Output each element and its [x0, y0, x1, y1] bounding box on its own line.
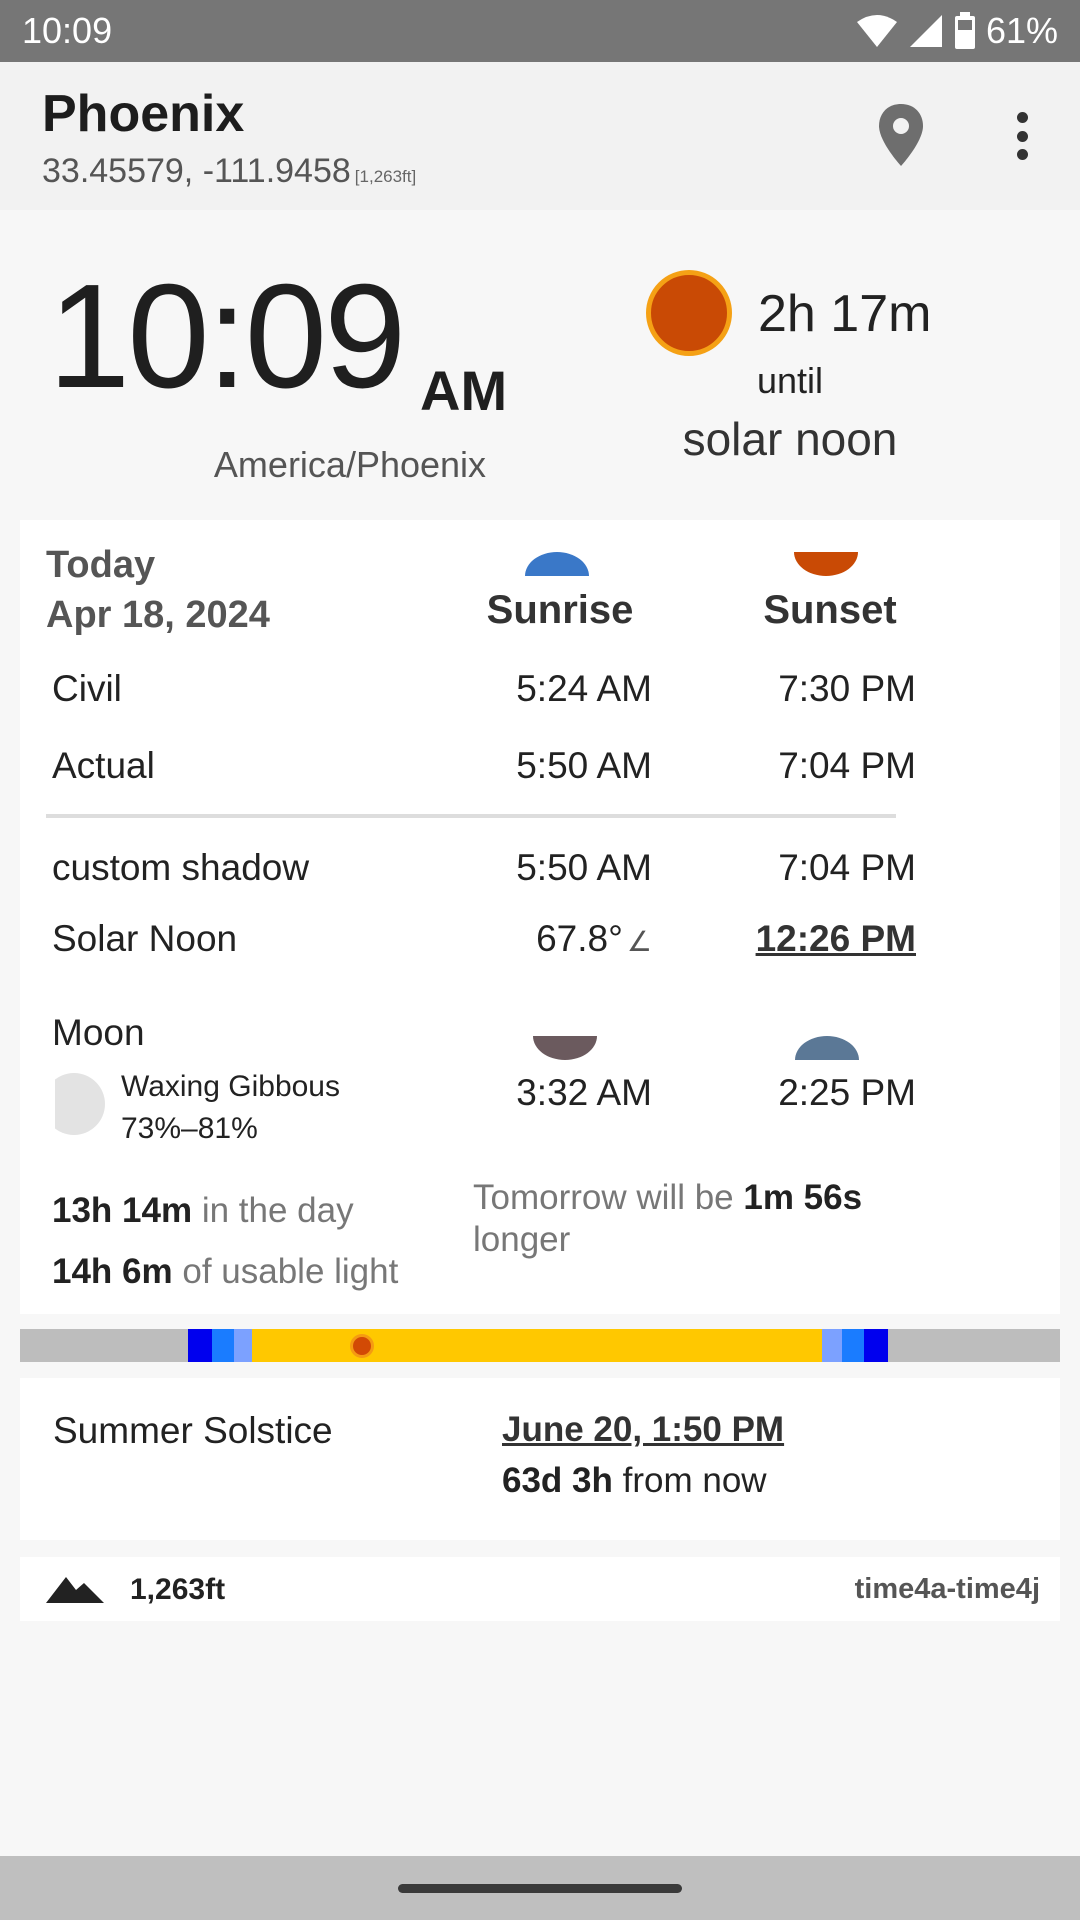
- sunrise-icon: [525, 552, 589, 576]
- civil-sunset: 7:30 PM: [778, 668, 916, 709]
- sunset-icon: [794, 552, 858, 576]
- moonrise-icon: [533, 1036, 597, 1060]
- countdown-until: until: [756, 360, 824, 401]
- sun-times-card: Today Apr 18, 2024 Sunrise Sunset Civil …: [20, 520, 1060, 1314]
- usable-light-suffix: of usable light: [182, 1252, 399, 1291]
- solstice-card: Summer Solstice June 20, 1:50 PM 63d 3h …: [20, 1378, 1060, 1540]
- day-length-suffix: in the day: [201, 1191, 354, 1230]
- timezone-label: America/Phoenix: [213, 444, 487, 485]
- footer-provider: time4a-time4j: [854, 1573, 1040, 1605]
- countdown-value: 2h 17m: [758, 285, 932, 343]
- location-title: Phoenix: [42, 85, 245, 143]
- today-header: Today Apr 18, 2024: [46, 540, 270, 640]
- actual-sunset: 7:04 PM: [778, 745, 916, 786]
- more-vert-icon[interactable]: [1000, 106, 1044, 166]
- solar-noon-angle-value: 67.8°: [536, 918, 623, 959]
- usable-light-value: 14h 6m: [52, 1252, 173, 1291]
- sunrise-header: Sunrise: [486, 588, 634, 632]
- tomorrow-prefix: Tomorrow will be: [473, 1178, 734, 1217]
- astronomical-twilight-morning: [188, 1329, 212, 1362]
- custom-shadow-sunset: 7:04 PM: [778, 847, 916, 888]
- solar-noon-label: Solar Noon: [52, 918, 238, 959]
- signal-icon: [908, 13, 944, 49]
- civil-twilight-morning: [234, 1329, 252, 1362]
- am-pm: AM: [420, 359, 508, 422]
- tomorrow-info: Tomorrow will be 1m 56s longer: [473, 1177, 862, 1261]
- status-bar: 10:09 61%: [0, 0, 1080, 62]
- coordinates-text: 33.45579, -111.9458: [42, 152, 351, 190]
- footer-altitude: 1,263ft: [130, 1573, 226, 1606]
- divider: [46, 814, 896, 818]
- tomorrow-suffix: longer: [473, 1220, 571, 1259]
- current-time-marker: [350, 1334, 374, 1358]
- moon-illumination: 73%–81%: [121, 1112, 258, 1145]
- sunset-header: Sunset: [763, 588, 897, 632]
- app-bar: Phoenix 33.45579, -111.9458 [1,263ft]: [0, 62, 1080, 210]
- solstice-remaining-suffix: from now: [622, 1461, 767, 1500]
- today-label: Today: [46, 544, 156, 586]
- daylight-segment: [252, 1329, 822, 1362]
- civil-twilight-evening: [822, 1329, 842, 1362]
- day-light-bar: [20, 1329, 1060, 1362]
- status-icons: 61%: [856, 8, 1058, 54]
- custom-shadow-sunrise: 5:50 AM: [516, 847, 652, 888]
- solar-noon-time[interactable]: 12:26 PM: [680, 918, 916, 960]
- mountain-icon: [46, 1577, 104, 1603]
- wifi-icon: [856, 14, 898, 48]
- moon-phase-name: Waxing Gibbous: [121, 1070, 340, 1103]
- navigation-bar: [0, 1856, 1080, 1920]
- location-pin-icon[interactable]: [876, 102, 926, 168]
- moonset-time: 2:25 PM: [778, 1072, 916, 1113]
- sun-icon: [646, 270, 732, 356]
- day-length-value: 13h 14m: [52, 1191, 193, 1230]
- civil-label: Civil: [52, 668, 122, 709]
- location-coordinates: 33.45579, -111.9458 [1,263ft]: [42, 152, 416, 191]
- moonrise-time: 3:32 AM: [516, 1072, 652, 1113]
- solstice-label: Summer Solstice: [53, 1410, 333, 1451]
- current-time: 10:09: [48, 254, 406, 419]
- civil-sunrise: 5:24 AM: [516, 668, 652, 709]
- custom-shadow-label: custom shadow: [52, 847, 310, 888]
- solstice-remaining: 63d 3h from now: [502, 1461, 767, 1501]
- moon-phase-icon: [55, 1073, 105, 1135]
- actual-sunrise: 5:50 AM: [516, 745, 652, 786]
- moonset-icon: [795, 1036, 859, 1060]
- astronomical-twilight-evening: [864, 1329, 888, 1362]
- countdown-event: solar noon: [682, 413, 898, 465]
- day-length-info: 13h 14m in the day 14h 6m of usable ligh…: [52, 1180, 398, 1302]
- battery-percent: 61%: [985, 10, 1058, 51]
- today-date: Apr 18, 2024: [46, 594, 270, 636]
- nautical-twilight-evening: [842, 1329, 864, 1362]
- angle-icon: ∠: [626, 926, 652, 957]
- solar-noon-angle: 67.8° ∠: [420, 918, 652, 960]
- moon-label: Moon: [52, 1012, 145, 1053]
- battery-icon: [954, 12, 976, 50]
- home-gesture-handle[interactable]: [398, 1884, 682, 1893]
- solstice-remaining-value: 63d 3h: [502, 1461, 613, 1500]
- status-time: 10:09: [22, 10, 113, 51]
- tomorrow-diff: 1m 56s: [743, 1178, 863, 1217]
- solstice-date[interactable]: June 20, 1:50 PM: [502, 1410, 784, 1450]
- actual-label: Actual: [52, 745, 155, 786]
- nautical-twilight-morning: [212, 1329, 234, 1362]
- footer-card: 1,263ft time4a-time4j: [20, 1557, 1060, 1621]
- altitude-small: [1,263ft]: [354, 167, 417, 186]
- moon-phase-info: Waxing Gibbous 73%–81%: [121, 1066, 340, 1150]
